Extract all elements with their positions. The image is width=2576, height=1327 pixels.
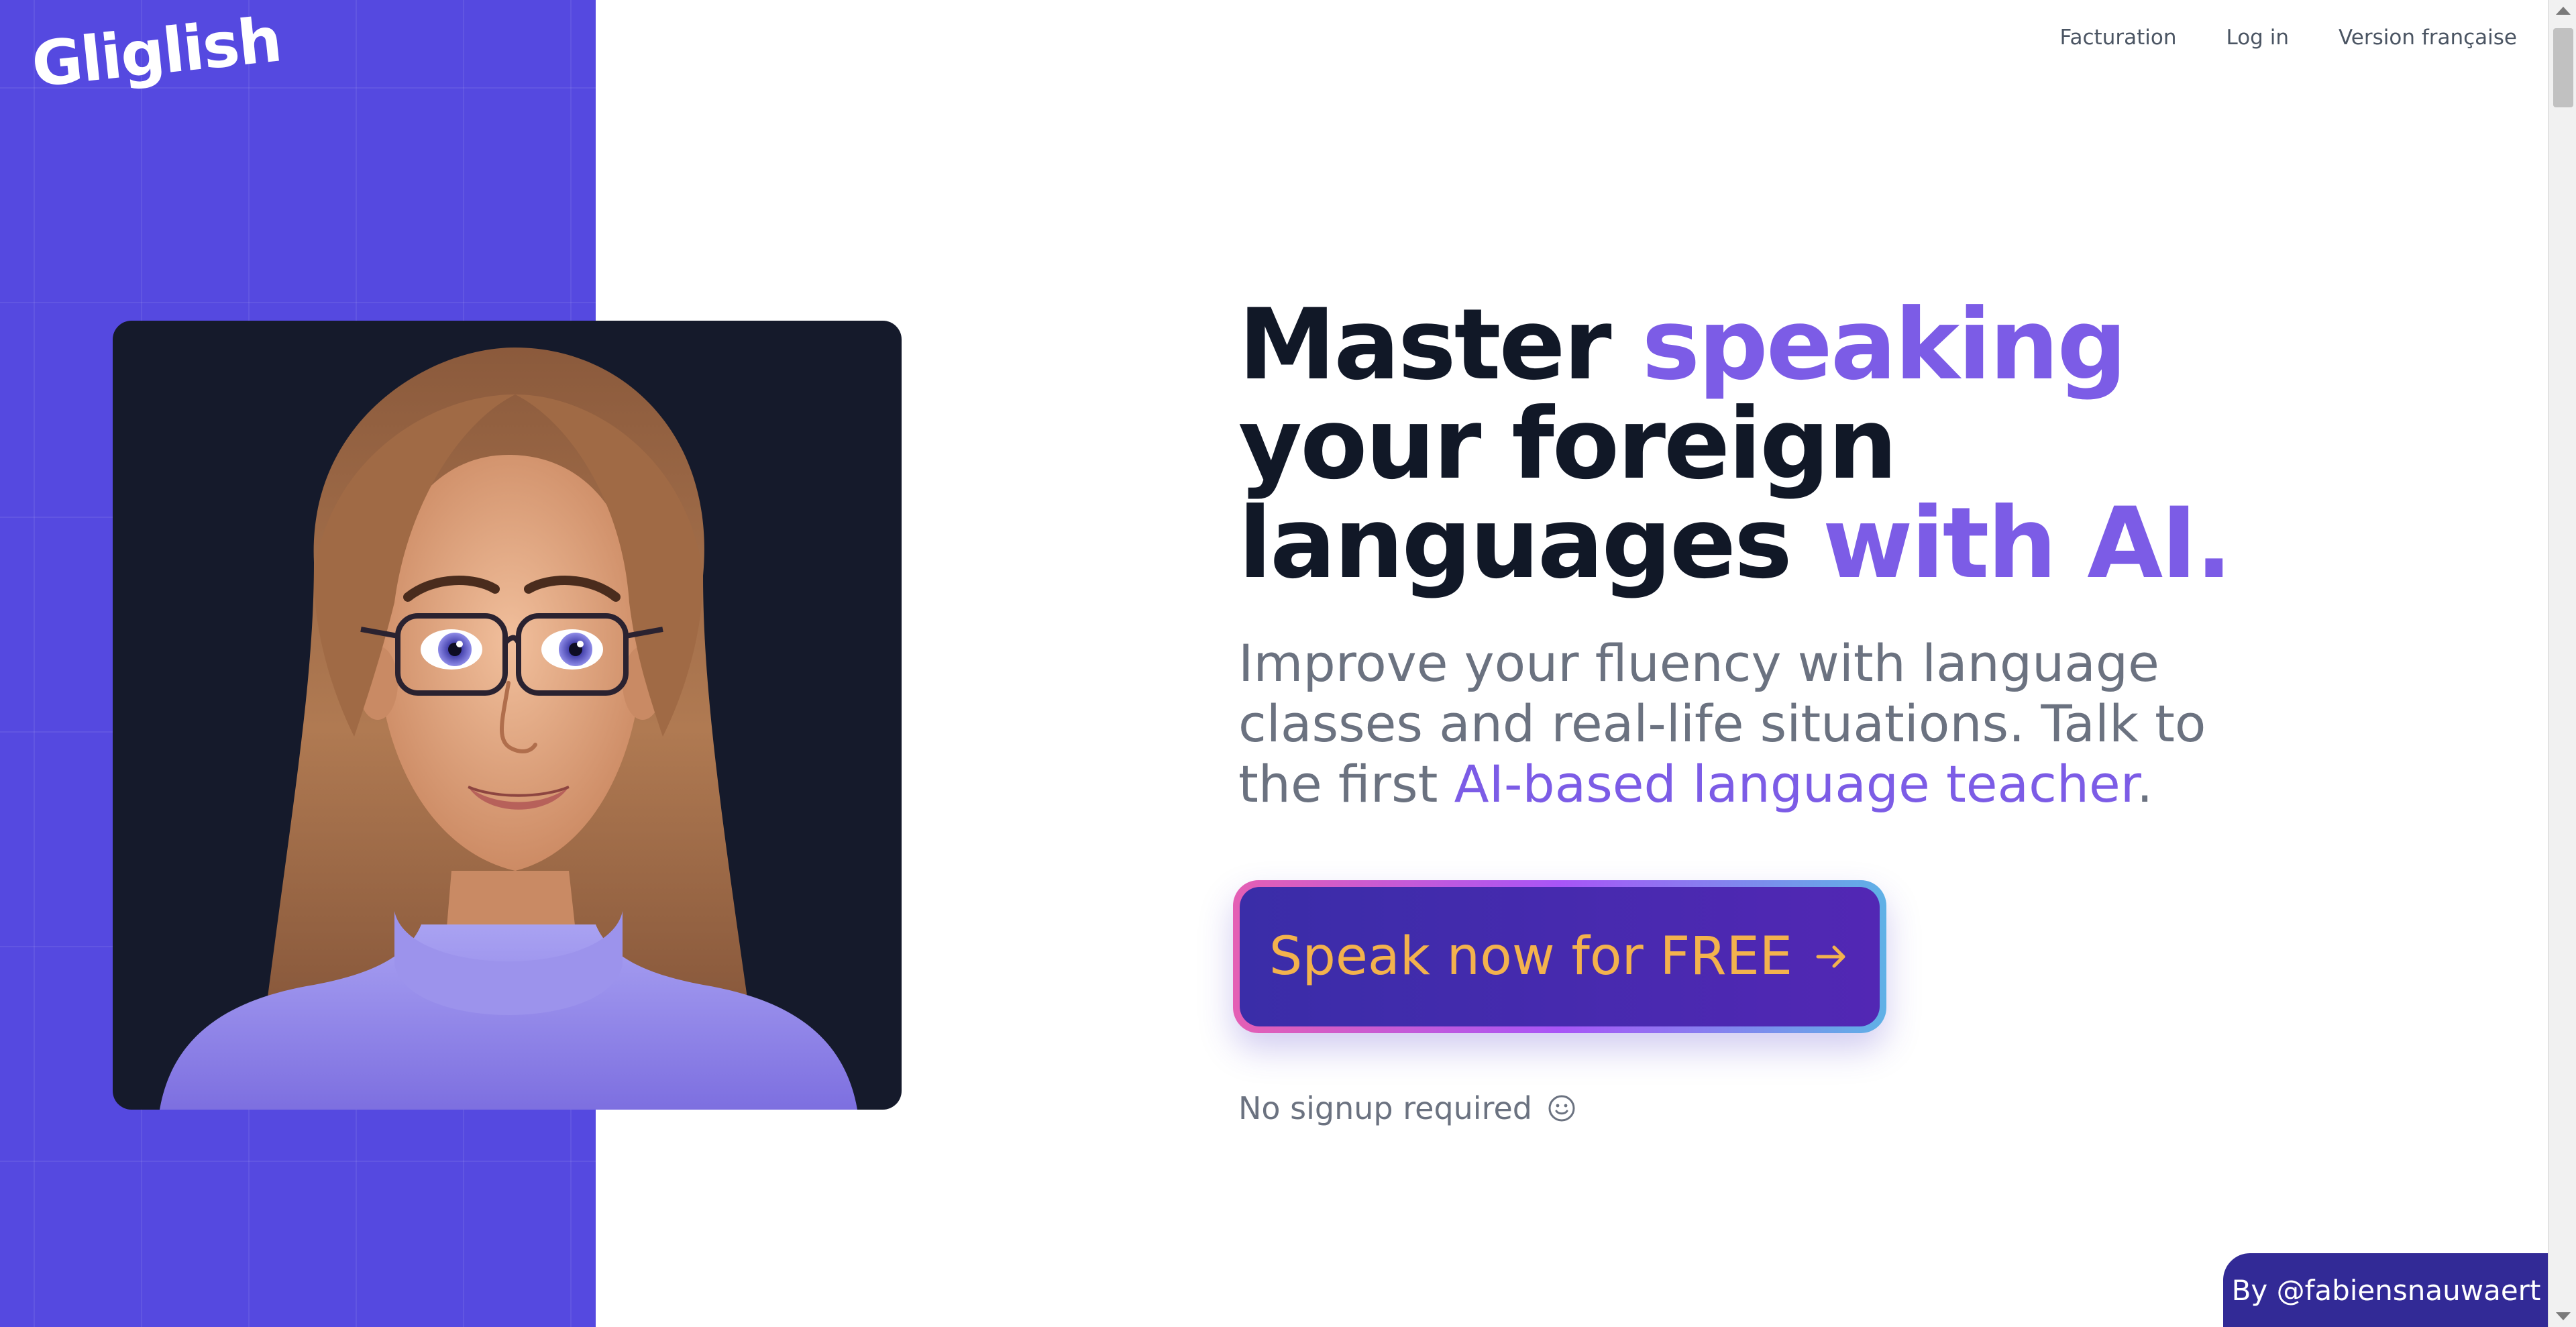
headline-accent-with-ai: with AI. xyxy=(1822,486,2233,600)
no-signup-note: No signup required xyxy=(1238,1090,1576,1126)
headline-accent-speaking: speaking xyxy=(1642,288,2127,402)
no-signup-label: No signup required xyxy=(1238,1090,1532,1126)
nav-link-french-version[interactable]: Version française xyxy=(2339,25,2517,50)
brand-panel: Gliglish xyxy=(0,0,902,1327)
nav-link-login[interactable]: Log in xyxy=(2226,25,2288,50)
subtitle-accent: AI-based language teacher xyxy=(1454,754,2137,814)
headline-part1: Master xyxy=(1238,288,1642,402)
author-credit-badge[interactable]: By @fabiensnauwaert xyxy=(2223,1253,2549,1327)
speak-now-button[interactable]: Speak now for FREE xyxy=(1233,880,1886,1033)
avatar-illustration xyxy=(160,348,857,1110)
top-navigation: Facturation Log in Version française xyxy=(2060,25,2517,50)
scroll-up-arrow-icon[interactable] xyxy=(2556,7,2571,15)
arrow-right-icon xyxy=(1816,945,1845,968)
logo[interactable]: Gliglish xyxy=(28,3,284,101)
hero-subtitle: Improve your fluency with language class… xyxy=(1238,633,2218,814)
page-scrollbar[interactable] xyxy=(2548,0,2576,1327)
headline-part3: your foreign xyxy=(1238,387,1898,501)
speak-now-label: Speak now for FREE xyxy=(1269,926,1793,987)
hero-section: Master speaking your foreign languages w… xyxy=(1238,295,2245,814)
hero-headline: Master speaking your foreign languages w… xyxy=(1238,295,2245,593)
subtitle-part2: . xyxy=(2137,754,2153,814)
speak-now-button-inner[interactable]: Speak now for FREE xyxy=(1240,887,1880,1026)
smile-icon xyxy=(1548,1095,1575,1122)
headline-part4: languages xyxy=(1238,486,1823,600)
ai-teacher-avatar xyxy=(113,321,902,1110)
nav-link-billing[interactable]: Facturation xyxy=(2060,25,2177,50)
scroll-thumb[interactable] xyxy=(2553,28,2573,107)
scroll-down-arrow-icon[interactable] xyxy=(2556,1312,2571,1320)
